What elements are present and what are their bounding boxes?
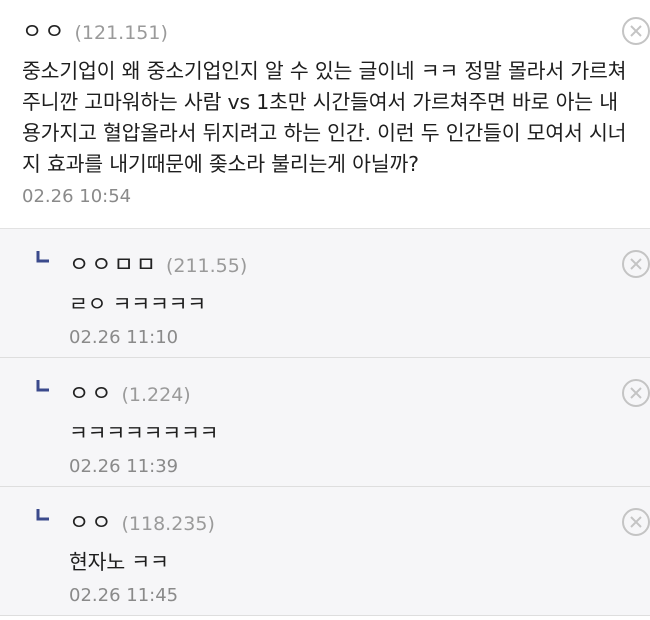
reply-meta: ㅇㅇ (118.235) [69, 505, 634, 537]
close-icon[interactable] [622, 250, 650, 278]
comment-nickname[interactable]: ㅇㅇ [22, 14, 66, 46]
reply-item: ㅇㅇ (1.224) ㅋㅋㅋㅋㅋㅋㅋㅋ 02.26 11:39 [0, 358, 650, 487]
reply-ip: (211.55) [165, 255, 248, 277]
reply-item: ㅇㅇ (118.235) 현자노 ㅋㅋ 02.26 11:45 [0, 487, 650, 616]
close-icon[interactable] [622, 17, 650, 45]
reply-text: 현자노 ㅋㅋ [69, 550, 169, 574]
reply-arrow-icon [36, 509, 49, 521]
reply-date: 02.26 11:10 [69, 327, 179, 348]
reply-nickname[interactable]: ㅇㅇ [69, 505, 113, 537]
reply-date: 02.26 11:45 [69, 585, 179, 606]
reply-ip: (1.224) [121, 384, 191, 406]
comment: ㅇㅇ (121.151) 중소기업이 왜 중소기업인지 알 수 있는 글이네 ㅋ… [0, 0, 650, 229]
reply-ip: (118.235) [121, 513, 215, 535]
reply-text: ㄹㅇ ㅋㅋㅋㅋㅋ [69, 292, 206, 316]
reply-arrow-icon [36, 380, 49, 392]
comment-text: 중소기업이 왜 중소기업인지 알 수 있는 글이네 ㅋㅋ 정말 몰라서 가르쳐주… [22, 59, 627, 176]
reply-nickname[interactable]: ㅇㅇㅁㅁ [69, 247, 158, 279]
close-icon[interactable] [622, 379, 650, 407]
comment-list: ㅇㅇ (121.151) 중소기업이 왜 중소기업인지 알 수 있는 글이네 ㅋ… [0, 0, 650, 616]
reply-arrow-icon [36, 251, 49, 263]
comment-ip: (121.151) [74, 22, 168, 44]
reply-nickname[interactable]: ㅇㅇ [69, 376, 113, 408]
reply-date: 02.26 11:39 [69, 456, 179, 477]
reply-text: ㅋㅋㅋㅋㅋㅋㅋㅋ [69, 421, 219, 445]
comment-date: 02.26 10:54 [22, 186, 132, 207]
reply-item: ㅇㅇㅁㅁ (211.55) ㄹㅇ ㅋㅋㅋㅋㅋ 02.26 11:10 [0, 229, 650, 358]
reply-meta: ㅇㅇㅁㅁ (211.55) [69, 247, 634, 279]
close-icon[interactable] [622, 508, 650, 536]
comment-meta: ㅇㅇ (121.151) [22, 14, 634, 46]
reply-meta: ㅇㅇ (1.224) [69, 376, 634, 408]
